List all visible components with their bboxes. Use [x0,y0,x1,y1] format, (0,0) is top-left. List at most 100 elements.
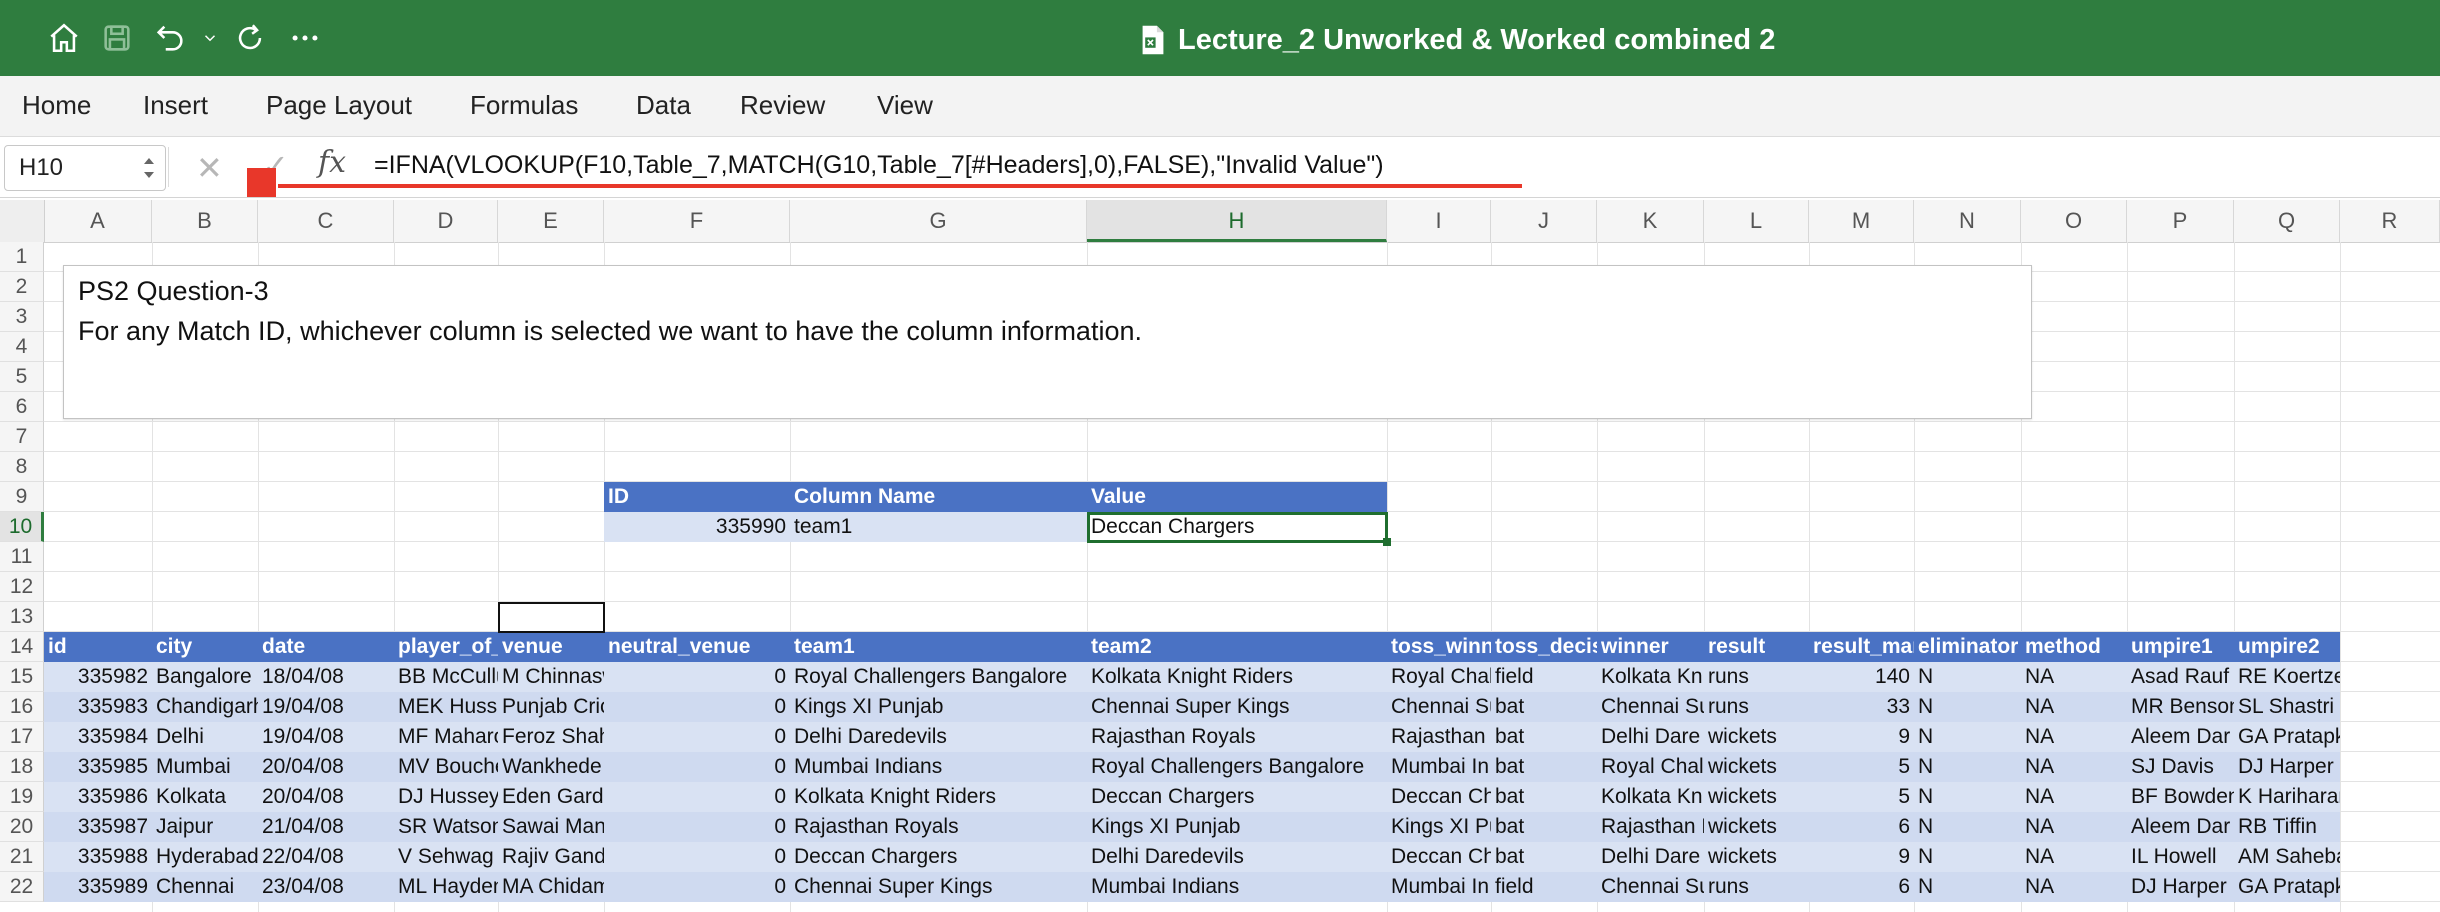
cancel-icon[interactable]: ✕ [196,149,223,187]
table-cell[interactable]: runs [1704,662,1809,692]
row-header-18[interactable]: 18 [0,752,44,782]
table-cell[interactable]: GA Pratapkumar [2234,872,2340,902]
table-cell[interactable]: MA Chidam [498,872,604,902]
table-cell[interactable]: bat [1491,812,1597,842]
table-cell[interactable]: Kings XI Pu [1387,812,1491,842]
table-cell[interactable]: 20/04/08 [258,782,394,812]
name-box-stepper-icon[interactable] [141,150,157,186]
table-cell[interactable]: Royal Challengers Bangalore [790,662,1087,692]
table-header-eliminator[interactable]: eliminator [1914,632,2021,662]
fill-handle[interactable] [1383,538,1391,546]
table-header-result[interactable]: result [1704,632,1809,662]
insert-function-icon[interactable]: fx [318,145,346,180]
table-cell[interactable]: 0 [604,782,790,812]
table-cell[interactable]: Jaipur [152,812,258,842]
table-cell[interactable]: Hyderabad [152,842,258,872]
table-cell[interactable]: Chennai Super Kings [1087,692,1387,722]
lookup-header-id[interactable]: ID [604,482,790,512]
column-header-h[interactable]: H [1087,200,1387,242]
table-cell[interactable]: DJ Harper [2127,872,2234,902]
row-header-5[interactable]: 5 [0,362,44,392]
table-cell[interactable]: 9 [1809,842,1914,872]
table-cell[interactable]: Kings XI Punjab [1087,812,1387,842]
row-header-14[interactable]: 14 [0,632,44,662]
table-cell[interactable]: Aleem Dar [2127,812,2234,842]
table-cell[interactable]: wickets [1704,752,1809,782]
table-cell[interactable]: 335988 [44,842,152,872]
tab-page-layout[interactable]: Page Layout [266,90,412,121]
table-cell[interactable]: Kolkata Knight Riders [1087,662,1387,692]
table-cell[interactable]: 0 [604,842,790,872]
row-header-9[interactable]: 9 [0,482,44,512]
table-cell[interactable]: 335985 [44,752,152,782]
table-cell[interactable]: Royal Chall [1597,752,1704,782]
table-cell[interactable]: field [1491,872,1597,902]
table-cell[interactable]: N [1914,842,2021,872]
table-cell[interactable]: 335982 [44,662,152,692]
lookup-column-name-cell[interactable]: team1 [790,512,1087,542]
table-cell[interactable]: K Hariharan [2234,782,2340,812]
column-header-o[interactable]: O [2021,200,2127,242]
table-cell[interactable]: NA [2021,662,2127,692]
formula-input[interactable]: =IFNA(VLOOKUP(F10,Table_7,MATCH(G10,Tabl… [374,151,1384,180]
table-header-team1[interactable]: team1 [790,632,1087,662]
table-header-date[interactable]: date [258,632,394,662]
table-cell[interactable]: Deccan Chargers [1087,782,1387,812]
row-header-21[interactable]: 21 [0,842,44,872]
table-cell[interactable]: AM Saheba [2234,842,2340,872]
table-cell[interactable]: Feroz Shah [498,722,604,752]
save-icon[interactable] [97,18,137,58]
table-header-id[interactable]: id [44,632,152,662]
table-cell[interactable]: Chennai [152,872,258,902]
table-cell[interactable]: 0 [604,752,790,782]
column-header-q[interactable]: Q [2234,200,2340,242]
table-header-player-of-m[interactable]: player_of_m [394,632,498,662]
table-cell[interactable]: Punjab Cric [498,692,604,722]
table-cell[interactable]: MEK Hussey [394,692,498,722]
row-header-8[interactable]: 8 [0,452,44,482]
column-header-i[interactable]: I [1387,200,1491,242]
table-header-umpire1[interactable]: umpire1 [2127,632,2234,662]
table-cell[interactable]: bat [1491,692,1597,722]
column-header-e[interactable]: E [498,200,604,242]
table-cell[interactable]: Rajiv Gandl [498,842,604,872]
table-cell[interactable]: 335986 [44,782,152,812]
table-cell[interactable]: N [1914,872,2021,902]
table-cell[interactable]: SR Watson [394,812,498,842]
column-header-p[interactable]: P [2127,200,2234,242]
table-cell[interactable]: 140 [1809,662,1914,692]
table-cell[interactable]: Bangalore [152,662,258,692]
table-cell[interactable]: BF Bowden [2127,782,2234,812]
column-header-n[interactable]: N [1914,200,2021,242]
table-cell[interactable]: wickets [1704,812,1809,842]
column-header-l[interactable]: L [1704,200,1809,242]
table-cell[interactable]: runs [1704,872,1809,902]
table-cell[interactable]: Mumbai Indians [1087,872,1387,902]
table-cell[interactable]: 6 [1809,872,1914,902]
table-cell[interactable]: Rajasthan Royals [790,812,1087,842]
table-cell[interactable]: Mumbai In [1387,752,1491,782]
table-header-result-mar[interactable]: result_mar [1809,632,1914,662]
table-cell[interactable]: Kings XI Punjab [790,692,1087,722]
table-cell[interactable]: Chandigarh [152,692,258,722]
table-cell[interactable]: 0 [604,692,790,722]
table-cell[interactable]: Delhi Daredevils [790,722,1087,752]
row-header-12[interactable]: 12 [0,572,44,602]
table-cell[interactable]: Royal Challengers Bangalore [1087,752,1387,782]
table-cell[interactable]: NA [2021,872,2127,902]
column-header-g[interactable]: G [790,200,1087,242]
bordered-cell-e13[interactable] [498,602,605,633]
table-cell[interactable]: wickets [1704,722,1809,752]
table-cell[interactable]: 335987 [44,812,152,842]
table-cell[interactable]: 18/04/08 [258,662,394,692]
table-cell[interactable]: 9 [1809,722,1914,752]
column-header-f[interactable]: F [604,200,790,242]
tab-insert[interactable]: Insert [143,90,208,121]
table-cell[interactable]: N [1914,722,2021,752]
row-header-1[interactable]: 1 [0,242,44,272]
table-cell[interactable]: ML Hayden [394,872,498,902]
row-header-11[interactable]: 11 [0,542,44,572]
table-cell[interactable]: Chennai Su [1597,692,1704,722]
row-header-7[interactable]: 7 [0,422,44,452]
table-cell[interactable]: 19/04/08 [258,722,394,752]
